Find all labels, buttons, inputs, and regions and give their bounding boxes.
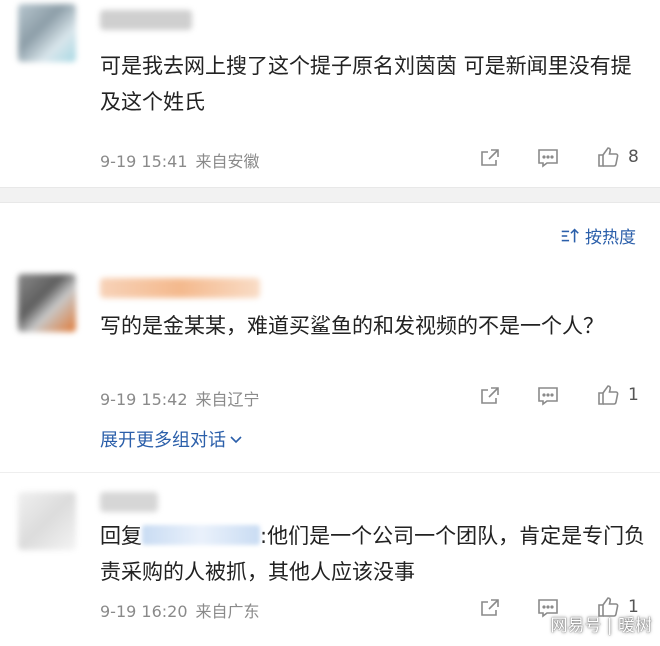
sort-icon	[561, 227, 579, 242]
avatar[interactable]	[18, 4, 76, 62]
like-count: 1	[628, 385, 639, 405]
comment-text: 回复:他们是一个公司一个团队，肯定是专门负责采购的人被抓，其他人应该没事	[100, 518, 648, 590]
avatar[interactable]	[18, 492, 76, 550]
chevron-down-icon	[230, 436, 242, 444]
username-blurred[interactable]	[100, 278, 260, 298]
comment-meta: 9-19 16:20 来自广东	[100, 598, 260, 622]
comment-text: 可是我去网上搜了这个提子原名刘茵茵 可是新闻里没有提及这个姓氏	[100, 54, 632, 114]
sort-button[interactable]: 按热度	[559, 223, 636, 248]
reply-prefix: 回复	[100, 524, 142, 548]
thumbs-up-icon[interactable]	[596, 145, 620, 169]
comment-icon[interactable]	[536, 146, 560, 170]
reply-target-blurred[interactable]	[142, 525, 260, 545]
comment-item: 写的是金某某，难道买鲨鱼的和发视频的不是一个人？ 9-19 15:42 来自辽宁 …	[0, 262, 660, 472]
comment-meta: 9-19 15:41 来自安徽	[100, 148, 260, 172]
comment-meta: 9-19 15:42 来自辽宁	[100, 386, 260, 410]
username-blurred[interactable]	[100, 10, 192, 30]
comment-time: 9-19 16:20	[100, 602, 188, 621]
share-icon[interactable]	[478, 384, 502, 408]
avatar[interactable]	[18, 274, 76, 332]
comment-time: 9-19 15:42	[100, 390, 188, 409]
comment-item: 可是我去网上搜了这个提子原名刘茵茵 可是新闻里没有提及这个姓氏 9-19 15:…	[0, 0, 660, 185]
username-blurred[interactable]	[100, 492, 158, 512]
comment-time: 9-19 15:41	[100, 152, 188, 171]
watermark: 网易号 | 暖树	[550, 616, 652, 636]
comment-icon[interactable]	[536, 384, 560, 408]
thumbs-up-icon[interactable]	[596, 383, 620, 407]
comment-location: 来自辽宁	[195, 390, 260, 409]
expand-conversation-link[interactable]: 展开更多组对话	[100, 426, 244, 452]
comment-location: 来自广东	[195, 602, 260, 621]
expand-label: 展开更多组对话	[100, 430, 226, 451]
share-icon[interactable]	[478, 596, 502, 620]
comment-location: 来自安徽	[195, 152, 260, 171]
share-icon[interactable]	[478, 146, 502, 170]
like-count: 8	[628, 147, 639, 167]
section-divider	[0, 187, 660, 203]
comment-text: 写的是金某某，难道买鲨鱼的和发视频的不是一个人？	[100, 314, 604, 338]
sort-label: 按热度	[585, 228, 636, 248]
divider	[0, 472, 660, 473]
